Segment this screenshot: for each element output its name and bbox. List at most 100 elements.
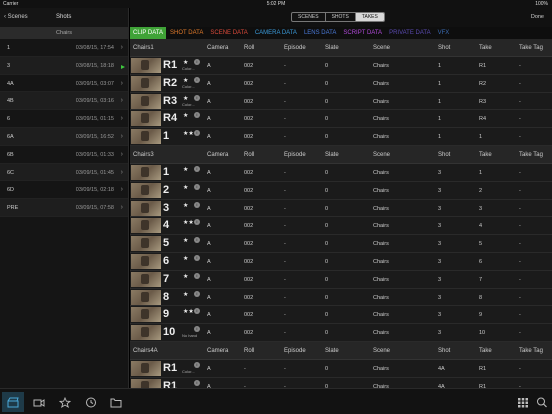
column-header-episode[interactable]: Episode (284, 45, 306, 51)
done-button[interactable]: Done (531, 14, 544, 20)
segment-takes[interactable]: TAKES (355, 13, 384, 21)
column-header-slate[interactable]: Slate (325, 45, 339, 51)
take-row[interactable]: 9 ★★★ i A 002-0 Chairs 3 9- (130, 306, 552, 325)
data-tabs: CLIP DATA SHOT DATA SCENE DATA CAMERA DATA L… (130, 27, 552, 39)
column-header-camera[interactable]: Camera (207, 348, 228, 354)
tab-shot-data[interactable]: SHOT DATA (167, 27, 206, 39)
take-row[interactable]: R1 ★ i Color... A 002 - 0 Chairs 1 R1 - (130, 57, 552, 75)
tab-scene-data[interactable]: SCENE DATA (207, 27, 250, 39)
info-icon[interactable]: i (194, 76, 200, 83)
cell-slate: 0 (325, 258, 329, 265)
column-header-camera[interactable]: Camera (207, 152, 228, 158)
cell-take-tag: - (519, 258, 521, 265)
shot-row[interactable]: 1 03/08/15, 17:54 › (0, 39, 128, 57)
shot-date: 03/09/15, 03:16 (75, 98, 114, 105)
clock-icon[interactable] (85, 397, 97, 408)
tab-lens-data[interactable]: LENS DATA (301, 27, 339, 39)
shot-row[interactable]: 3 03/08/15, 18:18 (0, 56, 128, 75)
shot-row[interactable]: 6D 03/09/15, 02:18 › (0, 181, 128, 200)
column-header-shot[interactable]: Shot (438, 45, 450, 51)
column-header-tag[interactable]: Take Tag (519, 348, 543, 354)
info-icon[interactable]: i (194, 94, 200, 101)
segment-scenes[interactable]: SCENES (292, 13, 326, 21)
shot-row[interactable]: PRE 03/09/15, 07:58 › (0, 199, 128, 217)
take-row[interactable]: R1iColor...A--0Chairs4AR1- (130, 360, 552, 378)
take-row[interactable]: 7 ★ i A 002 - 0 Chairs 3 7 - (130, 271, 552, 289)
tab-clip-data[interactable]: CLIP DATA (130, 27, 167, 39)
column-header-tag[interactable]: Take Tag (519, 45, 543, 51)
column-header-roll[interactable]: Roll (244, 45, 254, 51)
column-header-episode[interactable]: Episode (284, 152, 306, 158)
take-row[interactable]: 6 ★ i A 002 - 0 Chairs 3 6 - (130, 253, 552, 271)
clapperboard-icon[interactable] (7, 397, 19, 408)
cell-slate: 0 (325, 80, 329, 87)
column-header-slate[interactable]: Slate (325, 152, 339, 158)
tab-camera-data[interactable]: CAMERA DATA (252, 27, 300, 39)
column-header-scene[interactable]: Scene (373, 152, 390, 158)
info-icon[interactable]: i (194, 379, 200, 386)
column-header-scene[interactable]: Scene (373, 348, 390, 354)
segment-shots[interactable]: SHOTS (326, 13, 356, 21)
shot-row[interactable]: 6A 03/09/15, 16:52 › (0, 127, 128, 146)
take-row[interactable]: R2 ★ i Color... A 002 - 0 Chairs 1 R2 - (130, 75, 552, 93)
info-icon[interactable]: i (194, 183, 200, 190)
info-icon[interactable]: i (194, 201, 200, 208)
column-header-slate[interactable]: Slate (325, 348, 339, 354)
column-header-tag[interactable]: Take Tag (519, 152, 543, 158)
back-label: Scenes (7, 14, 28, 20)
shot-row[interactable]: 6B 03/09/15, 01:33 › (0, 146, 128, 164)
column-header-take[interactable]: Take (479, 348, 492, 354)
column-header-take[interactable]: Take (479, 152, 492, 158)
shot-row[interactable]: 6 03/09/15, 01:15 › (0, 110, 128, 128)
info-icon[interactable]: i (194, 272, 200, 279)
take-row[interactable]: 3 ★ i A 002 - 0 Chairs 3 3 - (130, 200, 552, 218)
take-rating: ★ (183, 95, 189, 102)
take-row[interactable]: 5 ★ i A 002 - 0 Chairs 3 5 - (130, 235, 552, 253)
camera-icon[interactable] (33, 397, 45, 408)
info-icon[interactable]: i (194, 112, 200, 119)
take-row[interactable]: R3 ★ i Color... A 002 - 0 Chairs 1 R3 - (130, 93, 552, 111)
column-header-shot[interactable]: Shot (438, 152, 450, 158)
info-icon[interactable]: i (194, 326, 200, 333)
info-icon[interactable]: i (194, 219, 200, 226)
tab-vfx[interactable]: VFX (435, 27, 453, 39)
info-icon[interactable]: i (194, 130, 200, 137)
take-row[interactable]: 1 ★★ i A 002 - 0 Chairs 1 1 - (130, 128, 552, 146)
info-icon[interactable]: i (194, 237, 200, 244)
shot-number: PRE (7, 205, 19, 212)
column-header-roll[interactable]: Roll (244, 152, 254, 158)
info-icon[interactable]: i (194, 165, 200, 172)
info-icon[interactable]: i (194, 254, 200, 261)
take-row[interactable]: 10 i No hand A 002 - 0 Chairs 3 10 - (130, 324, 552, 342)
star-icon[interactable] (59, 397, 71, 408)
folder-icon[interactable] (110, 397, 122, 408)
shot-number: 6B (7, 151, 14, 158)
tab-private-data[interactable]: PRIVATE DATA (386, 27, 434, 39)
take-row[interactable]: 4 ★★ i A 002 - 0 Chairs 3 4 - (130, 217, 552, 236)
grid-icon[interactable] (517, 397, 529, 408)
take-row[interactable]: 1 ★ i A 002 - 0 Chairs 3 1 - (130, 164, 552, 182)
shot-row[interactable]: 6C 03/09/15, 01:45 › (0, 163, 128, 182)
tab-script-data[interactable]: SCRIPT DATA (340, 27, 385, 39)
info-icon[interactable]: i (194, 59, 200, 65)
take-rating: ★ (183, 113, 189, 120)
cell-take: R1 (479, 63, 487, 69)
back-button[interactable]: ‹ Scenes (4, 14, 28, 20)
cell-roll: 002 (244, 98, 254, 105)
column-header-shot[interactable]: Shot (438, 348, 450, 354)
take-row[interactable]: R1iColor...A--0Chairs4AR1- (130, 378, 552, 388)
column-header-camera[interactable]: Camera (207, 45, 228, 51)
cell-episode: - (284, 98, 286, 105)
take-row[interactable]: 8 ★ i A 002 - 0 Chairs 3 8 - (130, 289, 552, 307)
take-row[interactable]: 2 ★ i A 002 - 0 Chairs 3 2 - (130, 182, 552, 200)
column-header-episode[interactable]: Episode (284, 348, 306, 354)
shot-row[interactable]: 4A 03/09/15, 03:07 › (0, 75, 128, 93)
shot-row[interactable]: 4B 03/09/15, 03:16 › (0, 92, 128, 111)
search-icon[interactable] (536, 397, 548, 408)
column-header-take[interactable]: Take (479, 45, 492, 51)
info-icon[interactable]: i (194, 361, 200, 368)
column-header-scene[interactable]: Scene (373, 45, 390, 51)
take-row[interactable]: R4 ★ i A 002 - 0 Chairs 1 R4 - (130, 110, 552, 129)
info-icon[interactable]: i (194, 290, 200, 297)
column-header-roll[interactable]: Roll (244, 348, 254, 354)
